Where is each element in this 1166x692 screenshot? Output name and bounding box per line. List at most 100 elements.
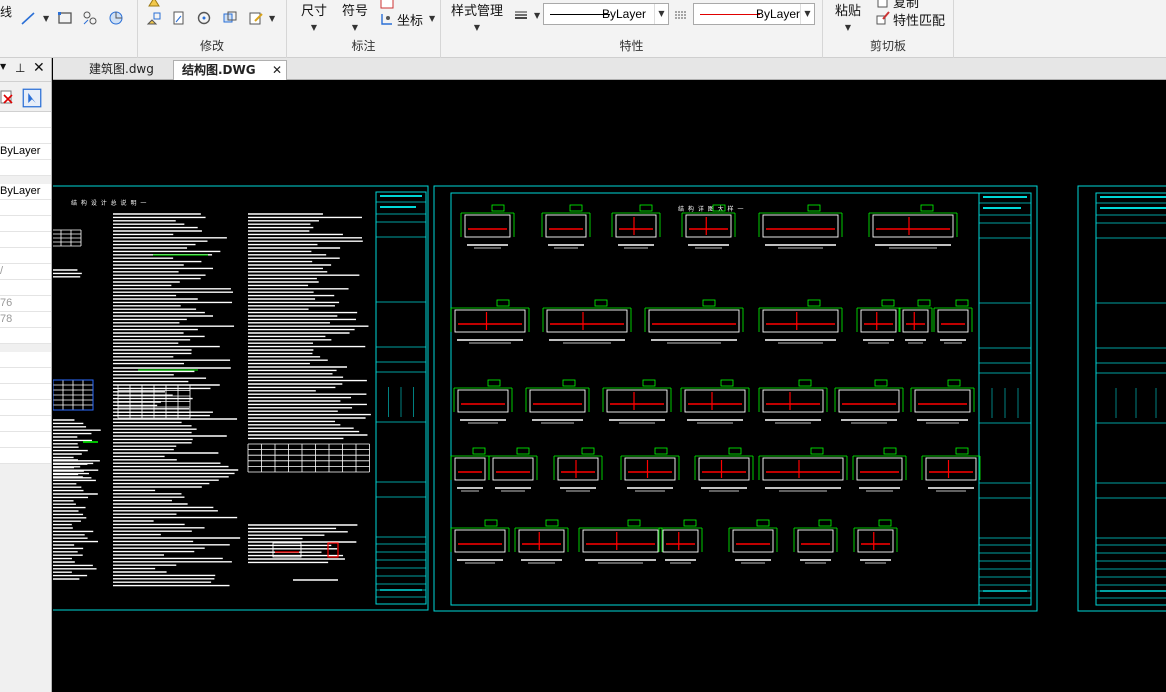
panel-section-gap	[0, 344, 51, 352]
schedule-table	[247, 443, 370, 473]
detail-section	[488, 447, 538, 492]
rotate-tool-icon[interactable]	[196, 10, 212, 26]
clipboard-group-title: 剪切板	[869, 39, 906, 53]
match-properties-icon[interactable]	[875, 10, 891, 26]
property-row[interactable]: 78	[0, 312, 51, 328]
property-row[interactable]: /	[0, 264, 51, 280]
property-row[interactable]	[0, 384, 51, 400]
line-tool-dropdown[interactable]: ▼	[43, 14, 49, 23]
coordinate-button[interactable]: 坐标	[397, 10, 423, 29]
property-row[interactable]	[0, 368, 51, 384]
label-box	[807, 299, 821, 307]
property-row[interactable]	[0, 232, 51, 248]
sheet-3-frame	[1077, 185, 1166, 612]
paste-button[interactable]: 粘贴 ▼	[833, 0, 863, 33]
select-objects-icon[interactable]	[22, 88, 42, 108]
drawing-canvas[interactable]: 结 构 设 计 总 说 明 一 结 构 详 图 大 样 一	[53, 80, 1166, 692]
coordinate-dropdown[interactable]: ▼	[429, 14, 435, 23]
property-row[interactable]: ByLayer	[0, 184, 51, 200]
section-outline	[464, 214, 511, 238]
text-tool-icon[interactable]	[379, 0, 395, 10]
section-outline	[762, 389, 824, 413]
label-box	[955, 447, 969, 455]
tab-architectural[interactable]: 建筑图.dwg	[81, 60, 185, 80]
dimension-button[interactable]: 尺寸 ▼	[299, 0, 329, 33]
lineweight-icon[interactable]	[513, 7, 529, 23]
section-outline	[838, 389, 900, 413]
label-box	[947, 379, 961, 387]
move-tool-icon[interactable]	[146, 0, 162, 10]
pin-icon[interactable]: ⊥	[15, 61, 25, 75]
label-box	[874, 379, 888, 387]
property-row[interactable]	[0, 200, 51, 216]
detail-section	[450, 299, 530, 344]
label-box	[798, 379, 812, 387]
lineweight-dropdown[interactable]: ▼	[534, 11, 540, 20]
label-box	[569, 204, 583, 212]
region-tool-icon[interactable]	[108, 10, 124, 26]
property-row[interactable]	[0, 448, 51, 464]
color-dropdown-icon: ▼	[800, 4, 814, 24]
copy-icon[interactable]	[875, 0, 891, 9]
style-manager-button[interactable]: 样式管理 ▼	[449, 0, 505, 33]
label-box	[683, 519, 697, 527]
rectangle-tool-icon[interactable]	[57, 10, 73, 26]
section-outline	[857, 529, 894, 553]
property-row[interactable]	[0, 352, 51, 368]
stretch-tool-icon[interactable]	[171, 10, 187, 26]
section-outline	[684, 389, 746, 413]
linepattern-icon[interactable]	[673, 7, 689, 23]
property-row[interactable]	[0, 328, 51, 344]
panel-dropdown-icon[interactable]: ▼	[0, 62, 6, 71]
array-tool-icon[interactable]	[222, 10, 238, 26]
property-row[interactable]	[0, 432, 51, 448]
section-outline	[762, 214, 839, 238]
schedule-table	[53, 379, 94, 411]
section-outline	[545, 214, 587, 238]
color-combo[interactable]: ByLayer ▼	[693, 3, 815, 25]
property-row[interactable]	[0, 416, 51, 432]
symbol-button[interactable]: 符号 ▼	[340, 0, 370, 33]
detail-section	[450, 447, 490, 492]
section-outline	[615, 214, 657, 238]
property-row[interactable]: ByLayer	[0, 144, 51, 160]
section-outline	[454, 457, 486, 481]
clipboard-group: 粘贴 ▼ 复制 特性匹配 剪切板	[823, 0, 954, 58]
property-row[interactable]	[0, 216, 51, 232]
line-tool-icon[interactable]	[20, 10, 36, 26]
property-row[interactable]	[0, 248, 51, 264]
section-outline	[582, 529, 659, 553]
tab-close-icon[interactable]: ✕	[272, 61, 282, 79]
property-row[interactable]	[0, 128, 51, 144]
property-row[interactable]	[0, 280, 51, 296]
modify-more-dropdown[interactable]: ▼	[269, 14, 275, 23]
match-properties-button[interactable]: 特性匹配	[893, 10, 945, 29]
section-outline	[662, 529, 699, 553]
label-box	[491, 204, 505, 212]
property-row[interactable]	[0, 400, 51, 416]
properties-panel: ▼ ⊥ ✕ ByLayer ByLayer / 76 78	[0, 58, 52, 692]
close-icon[interactable]: ✕	[33, 60, 45, 76]
detail-section	[680, 379, 750, 424]
label-box	[545, 519, 559, 527]
detail-section	[758, 299, 843, 344]
copy-object-icon[interactable]	[146, 10, 162, 26]
detail-section	[542, 299, 632, 344]
hatch-tool-icon[interactable]	[82, 10, 98, 26]
tab-structural[interactable]: 结构图.DWG ✕	[173, 60, 287, 80]
section-outline	[557, 457, 599, 481]
linetype-combo[interactable]: ByLayer ▼	[543, 3, 669, 25]
detail-section	[793, 519, 838, 564]
label-box	[639, 204, 653, 212]
quick-select-icon[interactable]	[0, 89, 16, 105]
section-outline	[529, 389, 586, 413]
detail-section	[658, 519, 703, 564]
detail-section	[514, 519, 569, 564]
property-row[interactable]	[0, 112, 51, 128]
edit-properties-icon[interactable]	[248, 10, 264, 26]
property-row[interactable]: 76	[0, 296, 51, 312]
label-box	[807, 204, 821, 212]
panel-section-gap	[0, 176, 51, 184]
panel-toolbar	[0, 82, 51, 112]
property-row[interactable]	[0, 160, 51, 176]
